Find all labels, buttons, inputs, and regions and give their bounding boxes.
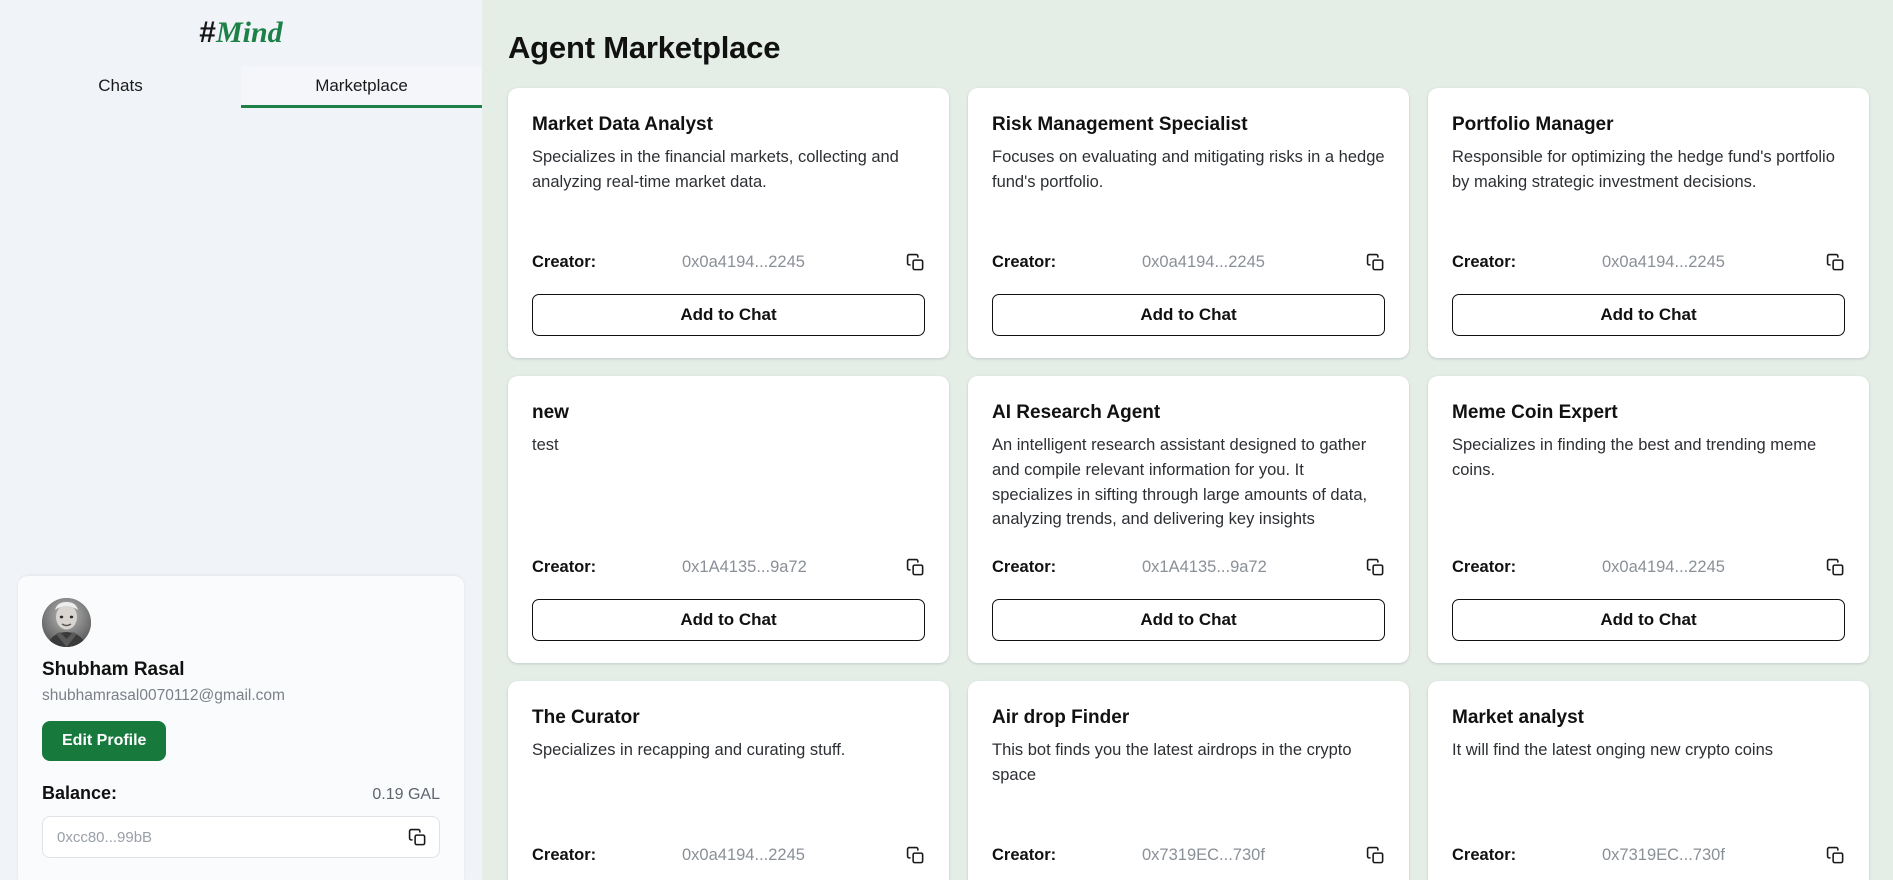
copy-icon[interactable] xyxy=(1826,253,1845,272)
agent-name: Meme Coin Expert xyxy=(1452,402,1618,423)
agent-card[interactable]: The Curator Specializes in recapping and… xyxy=(508,681,949,880)
creator-address: 0x0a4194...2245 xyxy=(1142,253,1265,271)
logo-name: Mind xyxy=(215,16,283,49)
add-to-chat-button[interactable]: Add to Chat xyxy=(532,599,925,641)
creator-address: 0x0a4194...2245 xyxy=(1602,253,1725,271)
agent-description: An intelligent research assistant design… xyxy=(992,436,1368,529)
creator-label: Creator: xyxy=(1452,253,1517,271)
creator-address: 0x0a4194...2245 xyxy=(682,846,805,864)
agent-grid: Market Data Analyst Specializes in the f… xyxy=(508,88,1869,880)
edit-profile-button[interactable]: Edit Profile xyxy=(42,721,167,761)
agent-description: Responsible for optimizing the hedge fun… xyxy=(1452,148,1835,191)
copy-icon[interactable] xyxy=(906,846,925,865)
agent-name: Portfolio Manager xyxy=(1452,114,1614,135)
agent-card[interactable]: new test Creator: 0x1A4135...9a72 Add to… xyxy=(508,376,949,663)
add-to-chat-button[interactable]: Add to Chat xyxy=(992,294,1385,336)
creator-row: Creator: 0x0a4194...2245 xyxy=(992,227,1385,272)
agent-description: Specializes in finding the best and tren… xyxy=(1452,436,1817,479)
agent-card[interactable]: Market analyst It will find the latest o… xyxy=(1428,681,1869,880)
add-to-chat-button[interactable]: Add to Chat xyxy=(1452,599,1845,641)
agent-card[interactable]: Meme Coin Expert Specializes in finding … xyxy=(1428,376,1869,663)
tab-chats-label: Chats xyxy=(98,75,143,95)
copy-icon[interactable] xyxy=(1826,558,1845,577)
agent-description: Specializes in the financial markets, co… xyxy=(532,148,899,191)
creator-label: Creator: xyxy=(992,253,1057,271)
agent-description: It will find the latest onging new crypt… xyxy=(1452,741,1774,759)
agent-name: Market Data Analyst xyxy=(532,114,713,135)
copy-icon[interactable] xyxy=(1366,558,1385,577)
tab-chats[interactable]: Chats xyxy=(0,66,241,108)
agent-name: AI Research Agent xyxy=(992,402,1161,423)
balance-row: Balance: 0.19 GAL xyxy=(42,783,440,804)
profile-name: Shubham Rasal xyxy=(42,659,185,680)
balance-value: 0.19 GAL xyxy=(372,786,440,803)
agent-description: Focuses on evaluating and mitigating ris… xyxy=(992,148,1385,191)
creator-row: Creator: 0x1A4135...9a72 xyxy=(532,532,925,577)
agent-card[interactable]: Risk Management Specialist Focuses on ev… xyxy=(968,88,1409,358)
agent-description: This bot finds you the latest airdrops i… xyxy=(992,741,1352,784)
creator-label: Creator: xyxy=(992,558,1057,576)
agent-card[interactable]: AI Research Agent An intelligent researc… xyxy=(968,376,1409,663)
sidebar-tabs: Chats Marketplace xyxy=(0,66,482,108)
creator-label: Creator: xyxy=(992,846,1057,864)
copy-icon[interactable] xyxy=(408,828,427,847)
agent-name: The Curator xyxy=(532,707,640,728)
agent-description: test xyxy=(532,436,559,454)
add-to-chat-button[interactable]: Add to Chat xyxy=(1452,294,1845,336)
creator-label: Creator: xyxy=(1452,846,1517,864)
copy-icon[interactable] xyxy=(906,253,925,272)
creator-address: 0x1A4135...9a72 xyxy=(682,558,807,576)
agent-description: Specializes in recapping and curating st… xyxy=(532,741,846,759)
creator-label: Creator: xyxy=(1452,558,1517,576)
agent-card[interactable]: Market Data Analyst Specializes in the f… xyxy=(508,88,949,358)
creator-row: Creator: 0x0a4194...2245 xyxy=(532,820,925,865)
creator-address: 0x1A4135...9a72 xyxy=(1142,558,1267,576)
agent-name: Risk Management Specialist xyxy=(992,114,1248,135)
creator-row: Creator: 0x0a4194...2245 xyxy=(532,227,925,272)
copy-icon[interactable] xyxy=(1366,253,1385,272)
creator-label: Creator: xyxy=(532,846,597,864)
balance-label: Balance: xyxy=(42,783,118,803)
profile-card: Shubham Rasal shubhamrasal0070112@gmail.… xyxy=(18,576,464,880)
creator-label: Creator: xyxy=(532,253,597,271)
tab-marketplace[interactable]: Marketplace xyxy=(241,66,482,108)
avatar[interactable] xyxy=(42,598,91,647)
agent-card[interactable]: Air drop Finder This bot finds you the l… xyxy=(968,681,1409,880)
add-to-chat-button[interactable]: Add to Chat xyxy=(532,294,925,336)
creator-row: Creator: 0x0a4194...2245 xyxy=(1452,532,1845,577)
creator-address: 0x7319EC...730f xyxy=(1142,846,1265,864)
profile-email: shubhamrasal0070112@gmail.com xyxy=(42,687,285,704)
creator-row: Creator: 0x0a4194...2245 xyxy=(1452,227,1845,272)
creator-label: Creator: xyxy=(532,558,597,576)
creator-address: 0x0a4194...2245 xyxy=(682,253,805,271)
agent-name: Air drop Finder xyxy=(992,707,1130,728)
agent-name: new xyxy=(532,402,569,423)
user-avatar-photo-icon xyxy=(42,598,91,647)
page-title: Agent Marketplace xyxy=(508,30,781,65)
copy-icon[interactable] xyxy=(906,558,925,577)
copy-icon[interactable] xyxy=(1826,846,1845,865)
sidebar: #Mind Chats Marketplace Shubham Rasal sh… xyxy=(0,0,482,880)
creator-address: 0x0a4194...2245 xyxy=(1602,558,1725,576)
creator-address: 0x7319EC...730f xyxy=(1602,846,1725,864)
agent-card[interactable]: Portfolio Manager Responsible for optimi… xyxy=(1428,88,1869,358)
main-content: Agent Marketplace Market Data Analyst Sp… xyxy=(482,0,1893,880)
creator-row: Creator: 0x1A4135...9a72 xyxy=(992,532,1385,577)
creator-row: Creator: 0x7319EC...730f xyxy=(1452,820,1845,865)
add-to-chat-button[interactable]: Add to Chat xyxy=(992,599,1385,641)
copy-icon[interactable] xyxy=(1366,846,1385,865)
wallet-address-field[interactable]: 0xcc80...99bB xyxy=(42,816,440,858)
tab-marketplace-label: Marketplace xyxy=(315,75,408,95)
creator-row: Creator: 0x7319EC...730f xyxy=(992,820,1385,865)
app-logo: #Mind xyxy=(0,0,482,56)
agent-name: Market analyst xyxy=(1452,707,1585,728)
wallet-address-value: 0xcc80...99bB xyxy=(57,828,153,846)
logo-hash: # xyxy=(199,16,216,49)
app-root: #Mind Chats Marketplace Shubham Rasal sh… xyxy=(0,0,1893,880)
